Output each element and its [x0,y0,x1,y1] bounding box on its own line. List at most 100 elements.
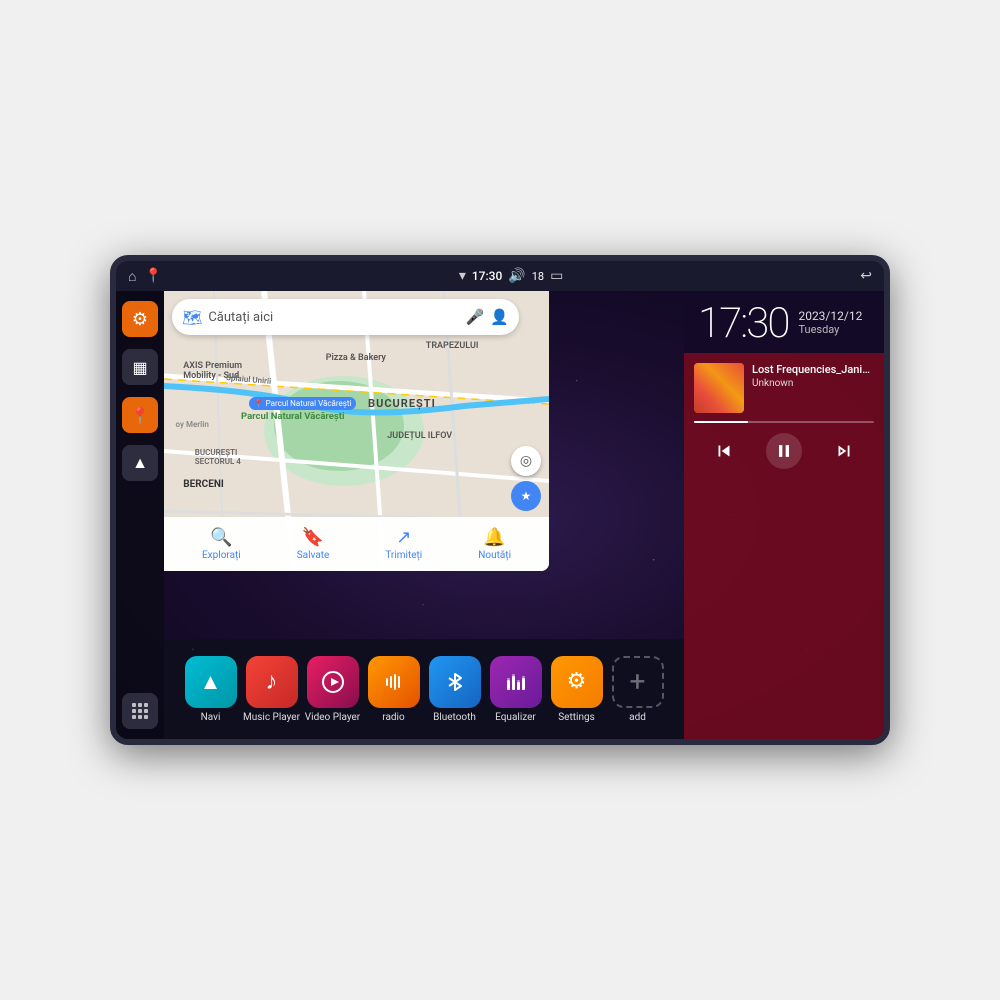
music-player-icon: ♪ [246,656,298,708]
album-art-image [694,363,744,413]
map-nav-saved[interactable]: 🔖 Salvate [297,527,330,561]
volume-icon: 🔊 [508,268,525,284]
music-album-art [694,363,744,413]
play-circle-icon [321,670,345,694]
clock-date-value: 2023/12/12 [798,309,862,323]
sidebar-item-maps[interactable]: 📍 [122,397,158,433]
apps-grid-icon [130,701,150,721]
center-area: 🗺 Căutați aici 🎤 👤 AXIS PremiumMobility … [164,291,684,739]
status-left: ⌂ 📍 [128,268,162,285]
app-radio[interactable]: radio [364,656,424,723]
map-label-parc: Parcul Natural Văcărești [241,411,345,422]
right-panel: 17:30 2023/12/12 Tuesday Lost Frequencie… [684,291,884,739]
google-maps-icon: 🗺 [182,308,202,327]
map-fab-button[interactable]: ★ [511,481,541,511]
main-content: ⚙ ▦ 📍 ▲ [116,291,884,739]
sidebar: ⚙ ▦ 📍 ▲ [116,291,164,739]
clock-widget: 17:30 2023/12/12 Tuesday [684,291,884,353]
app-music-player[interactable]: ♪ Music Player [242,656,302,723]
explore-icon: 🔍 [210,527,232,548]
back-icon[interactable]: ↩ [860,268,872,284]
prev-button[interactable] [706,433,742,469]
map-search-bar[interactable]: 🗺 Căutați aici 🎤 👤 [172,299,519,335]
map-background: 🗺 Căutați aici 🎤 👤 AXIS PremiumMobility … [164,291,549,571]
music-info: Lost Frequencies_Janie... Unknown [694,363,874,413]
app-settings[interactable]: ⚙ Settings [547,656,607,723]
map-nav-share[interactable]: ↗ Trimiteți [385,527,422,561]
skip-next-icon [833,440,855,462]
nav-arrow-icon: ▲ [132,453,148,473]
navi-icon: ▲ [185,656,237,708]
map-label-trapezului: TRAPEZULUI [426,341,479,351]
music-player-label: Music Player [243,712,300,723]
music-widget: Lost Frequencies_Janie... Unknown [684,353,884,739]
map-pin-parc[interactable]: 📍 Parcul Natural Văcărești [249,397,357,410]
bluetooth-icon-box [429,656,481,708]
map-search-text: Căutați aici [208,310,459,325]
account-icon[interactable]: 👤 [490,308,509,326]
map-label-merlin: oy Merlin [176,420,209,429]
wifi-icon: ▾ [459,268,466,284]
battery-number: 18 [532,270,544,283]
apps-bar: ▲ Navi ♪ Music Player Video Player [164,639,684,739]
bluetooth-label: Bluetooth [433,712,476,723]
home-icon[interactable]: ⌂ [128,268,136,285]
status-bar: ⌂ 📍 ▾ 17:30 🔊 18 ▭ ↩ [116,261,884,291]
map-nav-news[interactable]: 🔔 Noutăți [478,527,511,561]
share-icon: ↗ [396,527,411,548]
map-label-berceni: BERCENI [183,479,224,490]
sidebar-item-apps[interactable] [122,693,158,729]
clock-day-value: Tuesday [798,323,862,336]
pause-icon [774,441,794,461]
sidebar-item-settings[interactable]: ⚙ [122,301,158,337]
files-icon: ▦ [132,358,147,377]
map-bottom-bar: 🔍 Explorați 🔖 Salvate ↗ Trimiteți [164,517,549,571]
map-label-bucuresti: BUCUREȘTI [368,397,436,410]
music-title: Lost Frequencies_Janie... [752,363,874,376]
map-pin-icon: 📍 [130,406,150,425]
radio-icon [368,656,420,708]
target-icon: ◎ [520,453,532,469]
status-time: 17:30 [472,269,502,283]
radio-label: radio [382,712,404,723]
settings-label: Settings [558,712,595,723]
map-label-sectorul4: BUCUREȘTISECTORUL 4 [195,448,241,466]
video-player-icon [307,656,359,708]
maps-status-icon[interactable]: 📍 [144,268,161,284]
battery-icon: ▭ [550,268,563,284]
map-widget[interactable]: 🗺 Căutați aici 🎤 👤 AXIS PremiumMobility … [164,291,549,571]
video-player-label: Video Player [305,712,360,723]
pause-button[interactable] [766,433,802,469]
map-area: 🗺 Căutați aici 🎤 👤 AXIS PremiumMobility … [164,291,684,639]
mic-icon[interactable]: 🎤 [466,308,485,326]
add-label: add [629,712,646,723]
equalizer-label: Equalizer [495,712,536,723]
music-progress-bar[interactable] [694,421,874,423]
bluetooth-icon [443,670,467,694]
music-artist: Unknown [752,378,874,389]
navi-label: Navi [201,712,221,723]
saved-icon: 🔖 [302,527,324,548]
next-button[interactable] [826,433,862,469]
app-navi[interactable]: ▲ Navi [181,656,241,723]
app-equalizer[interactable]: Equalizer [486,656,546,723]
app-add[interactable]: + add [608,656,668,723]
explore-label: Explorați [202,550,241,561]
news-label: Noutăți [478,550,511,561]
radio-waves-icon [382,670,406,694]
clock-date: 2023/12/12 Tuesday [798,309,862,336]
share-label: Trimiteți [385,550,422,561]
map-target-button[interactable]: ◎ [511,446,541,476]
app-video-player[interactable]: Video Player [303,656,363,723]
music-progress-fill [694,421,748,423]
clock-time: 17:30 [698,303,788,345]
sidebar-item-navi[interactable]: ▲ [122,445,158,481]
settings-icon: ⚙ [132,309,148,330]
saved-label: Salvate [297,550,330,561]
map-nav-explore[interactable]: 🔍 Explorați [202,527,241,561]
sidebar-item-files[interactable]: ▦ [122,349,158,385]
status-center: ▾ 17:30 🔊 18 ▭ [459,268,564,284]
status-right: ↩ [860,268,872,284]
app-bluetooth[interactable]: Bluetooth [425,656,485,723]
news-icon: 🔔 [483,527,505,548]
